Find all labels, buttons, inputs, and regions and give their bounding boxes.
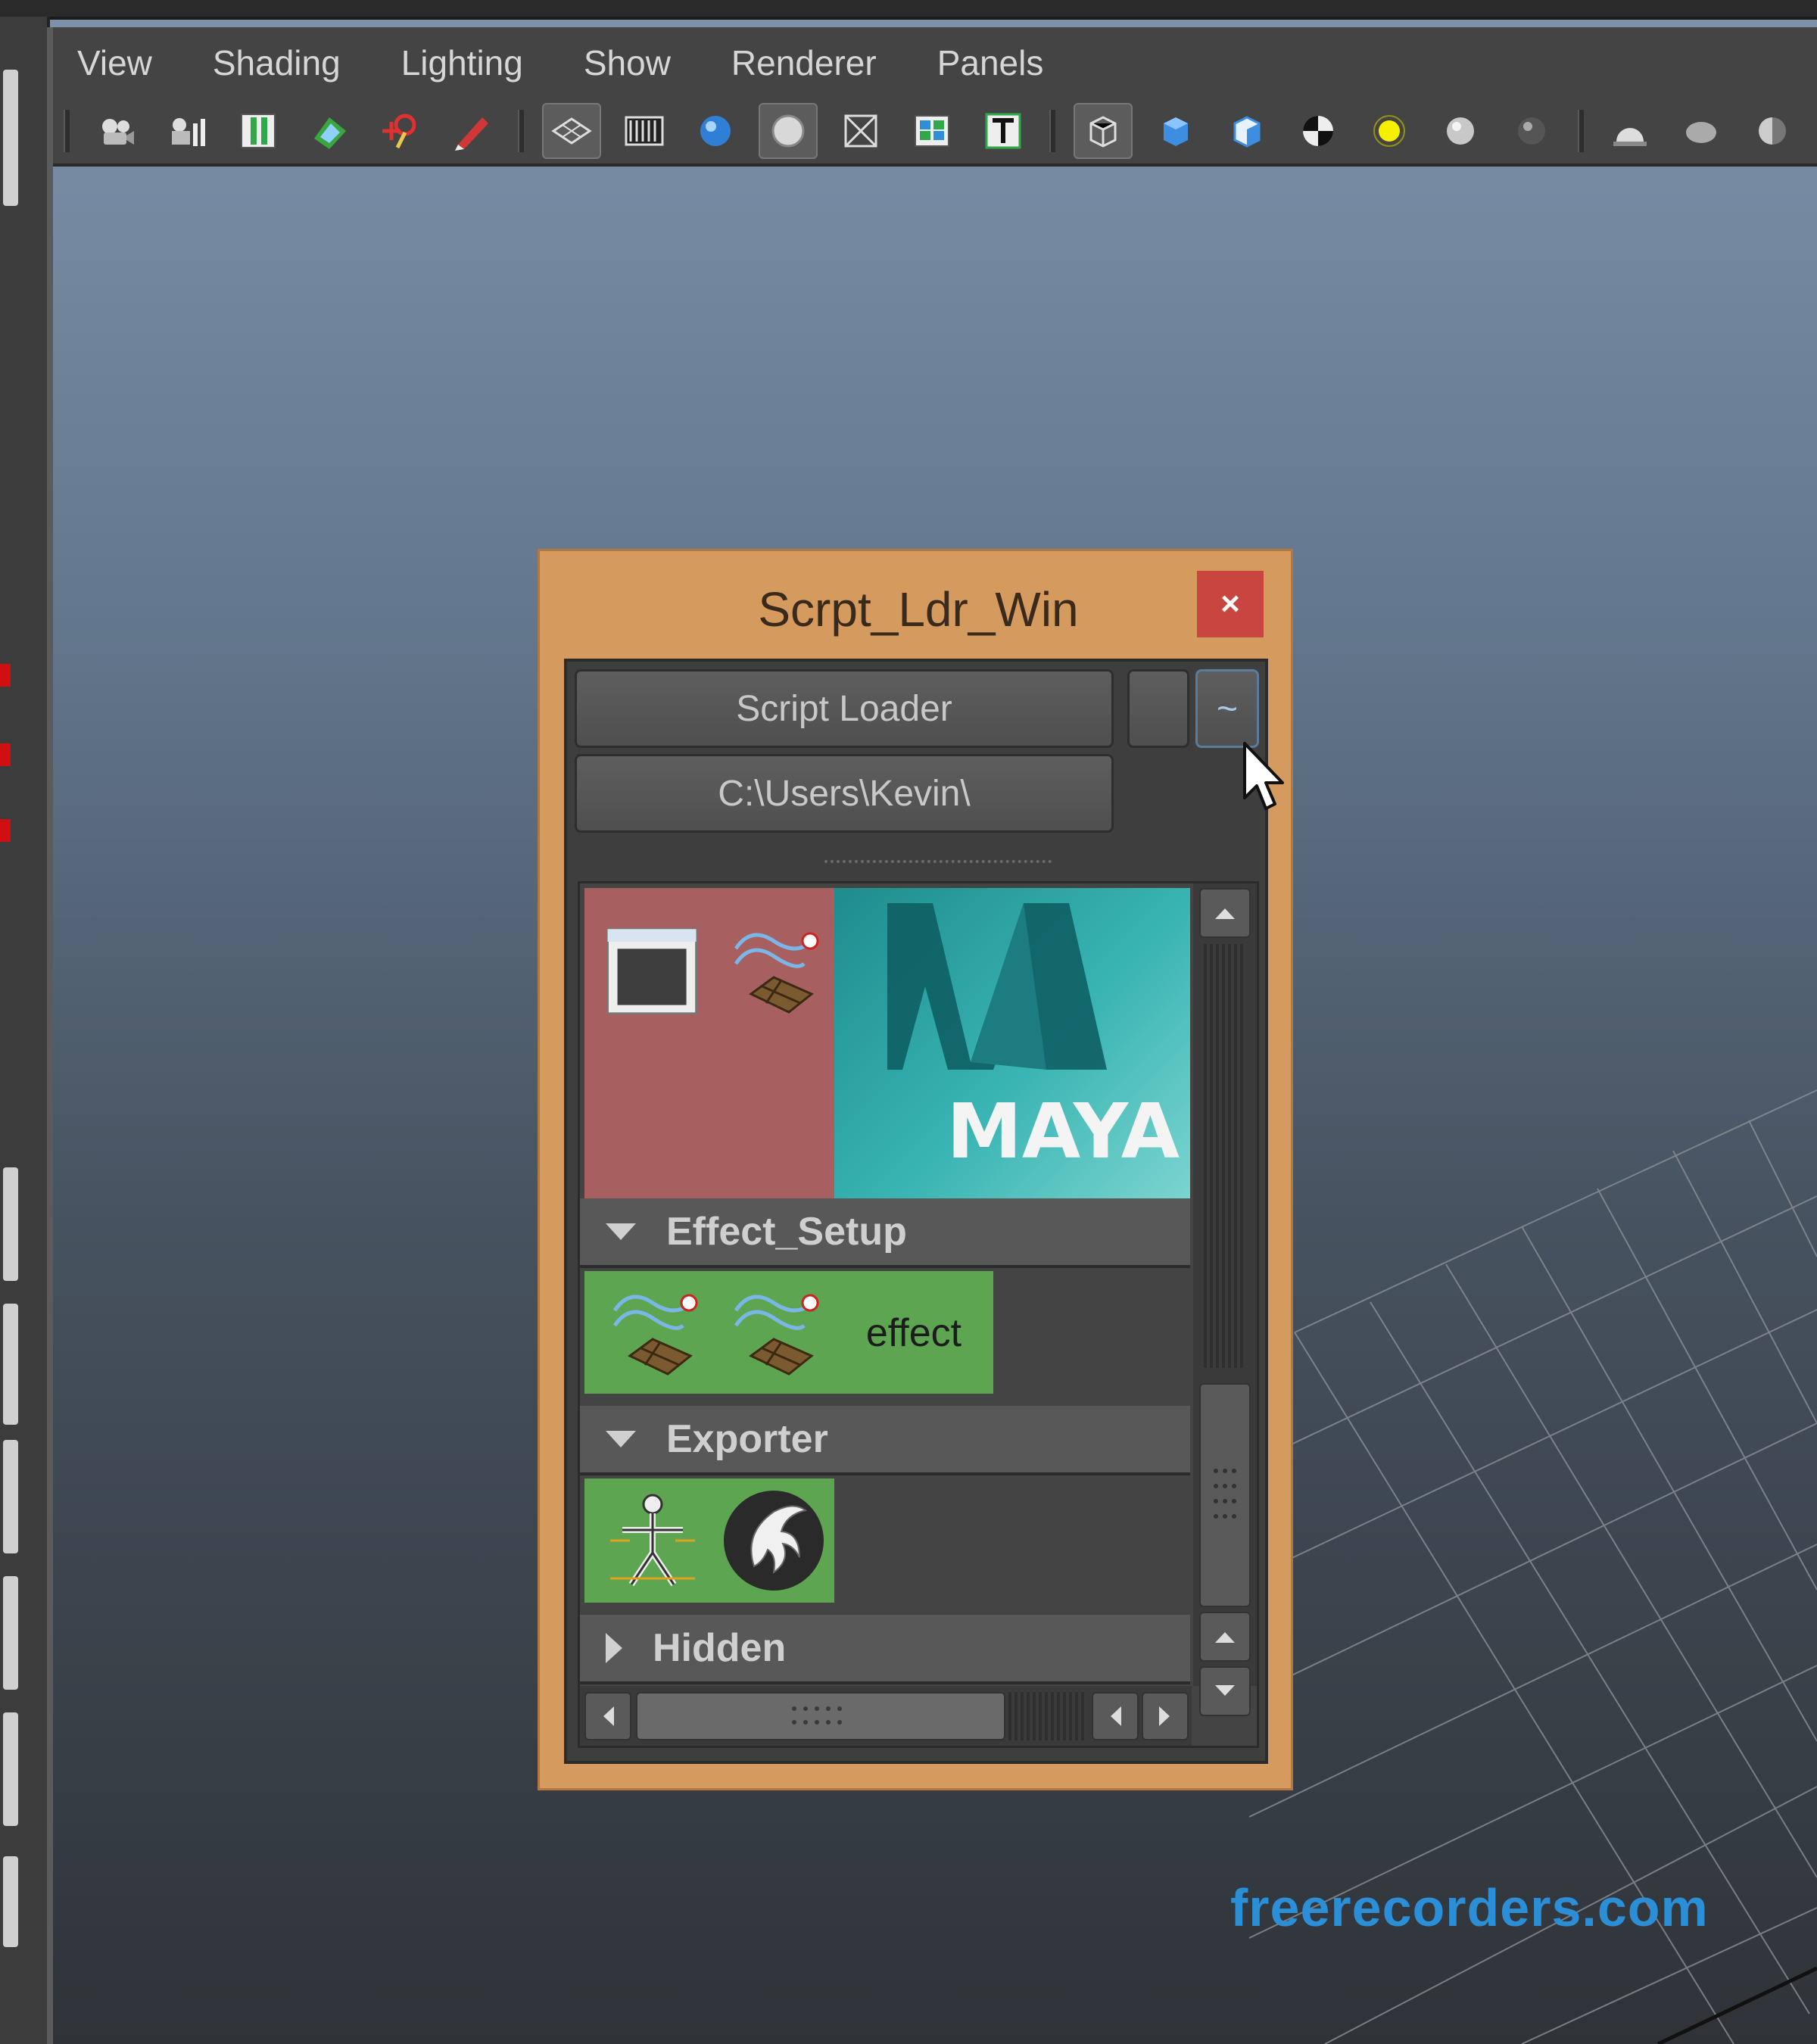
isolate-select-icon[interactable] bbox=[1074, 103, 1133, 159]
yellow-light-icon[interactable] bbox=[1361, 104, 1417, 157]
frame-header-exporter[interactable]: Exporter bbox=[580, 1406, 1190, 1475]
frame-label: Effect_Setup bbox=[666, 1210, 907, 1254]
shelf-button[interactable] bbox=[3, 70, 18, 206]
2d-pan-zoom-icon[interactable] bbox=[372, 104, 429, 157]
toolbar-separator bbox=[518, 110, 524, 152]
grey-sphere-icon[interactable] bbox=[1432, 104, 1488, 157]
ambient-occlusion-icon[interactable] bbox=[1673, 104, 1729, 157]
camera-icon[interactable] bbox=[88, 104, 144, 157]
maya-banner[interactable]: MAYA bbox=[834, 888, 1190, 1198]
bookmark-icon[interactable] bbox=[230, 104, 286, 157]
shelf-marker bbox=[0, 743, 11, 766]
tool-shelf bbox=[0, 17, 50, 2044]
grease-pencil-icon[interactable] bbox=[444, 104, 500, 157]
scroll-up-button[interactable] bbox=[1199, 1612, 1251, 1662]
top-strip bbox=[0, 0, 1817, 20]
toolbar-separator bbox=[64, 110, 70, 152]
scroll-right-button[interactable] bbox=[1142, 1692, 1189, 1740]
maya-logo-icon[interactable] bbox=[713, 1480, 834, 1601]
window-body: Script Loader ~ C:\Users\Kevin\ MAYA Eff… bbox=[564, 659, 1268, 1764]
shadow-dome-icon[interactable] bbox=[1602, 104, 1658, 157]
window-title: Scrpt_Ldr_Win bbox=[758, 582, 1079, 637]
skeleton-icon[interactable] bbox=[592, 1480, 713, 1601]
wireframe-on-shaded-icon[interactable] bbox=[759, 103, 818, 159]
frame-header-hidden[interactable]: Hidden bbox=[580, 1615, 1190, 1684]
frame-label: Exporter bbox=[666, 1417, 828, 1461]
checker-icon[interactable] bbox=[1290, 104, 1346, 157]
close-button[interactable]: × bbox=[1197, 571, 1264, 637]
scroll-left-button[interactable] bbox=[584, 1692, 631, 1740]
xray-icon[interactable] bbox=[833, 104, 889, 157]
window-script-icon[interactable] bbox=[592, 911, 713, 1032]
menu-renderer[interactable]: Renderer bbox=[731, 42, 877, 83]
shelf-button[interactable] bbox=[3, 1576, 18, 1690]
horizontal-scrollbar[interactable] bbox=[580, 1686, 1192, 1746]
textured-icon[interactable] bbox=[904, 104, 960, 157]
shelf-marker bbox=[0, 819, 11, 842]
shelf-button[interactable] bbox=[3, 1712, 18, 1826]
effect-script-icon[interactable] bbox=[592, 1273, 713, 1394]
panel-menubar: View Shading Lighting Show Renderer Pane… bbox=[53, 27, 1817, 98]
banner-text: MAYA bbox=[946, 1087, 1180, 1176]
toolbar-separator bbox=[1049, 110, 1055, 152]
shelf-button[interactable] bbox=[3, 1167, 18, 1281]
frame-label: Hidden bbox=[653, 1626, 787, 1670]
path-button[interactable]: C:\Users\Kevin\ bbox=[575, 754, 1114, 833]
scroll-layout: MAYA Effect_Setup effect Exporter Hidden bbox=[578, 881, 1259, 1748]
scroll-left-button[interactable] bbox=[1092, 1692, 1139, 1740]
effect-script-icon[interactable] bbox=[713, 1273, 834, 1394]
text-t-icon[interactable] bbox=[975, 104, 1031, 157]
shaded-cube-icon[interactable] bbox=[1219, 104, 1275, 157]
menu-shading[interactable]: Shading bbox=[213, 42, 341, 83]
scroll-thumb[interactable] bbox=[1199, 1383, 1251, 1607]
half-sphere-icon[interactable] bbox=[1744, 104, 1800, 157]
effect-script-icon[interactable] bbox=[713, 911, 834, 1032]
wireframe-icon[interactable] bbox=[542, 103, 601, 159]
horizontal-scroll-thumb[interactable] bbox=[636, 1692, 1005, 1740]
menu-lighting[interactable]: Lighting bbox=[401, 42, 523, 83]
film-gate-icon[interactable] bbox=[616, 104, 672, 157]
toolbar-separator bbox=[1578, 110, 1584, 152]
resize-grip[interactable] bbox=[824, 860, 1052, 871]
script-loader-window: Scrpt_Ldr_Win × Script Loader ~ C:\Users… bbox=[538, 549, 1293, 1790]
collapse-arrow-icon bbox=[606, 1431, 636, 1447]
shelf-button[interactable] bbox=[3, 1856, 18, 1947]
default-material-icon[interactable] bbox=[1148, 104, 1204, 157]
watermark: freerecorders.com bbox=[1230, 1878, 1709, 1937]
mouse-cursor-icon bbox=[1243, 742, 1284, 810]
tilde-button[interactable]: ~ bbox=[1195, 669, 1259, 748]
shelf-button[interactable] bbox=[3, 1440, 18, 1553]
dark-sphere-icon[interactable] bbox=[1504, 104, 1560, 157]
expand-arrow-icon bbox=[606, 1633, 622, 1663]
frame-header-effect-setup[interactable]: Effect_Setup bbox=[580, 1198, 1190, 1268]
shelf-marker bbox=[0, 664, 11, 687]
camera-attributes-icon[interactable] bbox=[159, 104, 215, 157]
menu-view[interactable]: View bbox=[77, 42, 152, 83]
collapse-arrow-icon bbox=[606, 1223, 636, 1240]
menu-show[interactable]: Show bbox=[584, 42, 671, 83]
image-plane-icon[interactable] bbox=[301, 104, 357, 157]
horizontal-scroll-track[interactable] bbox=[1008, 1692, 1087, 1740]
smooth-shade-icon[interactable] bbox=[687, 104, 743, 157]
scroll-track[interactable] bbox=[1204, 944, 1246, 1368]
menu-panels[interactable]: Panels bbox=[937, 42, 1044, 83]
viewport-border bbox=[47, 27, 53, 2044]
scroll-down-button[interactable] bbox=[1199, 1666, 1251, 1716]
shelf-button[interactable] bbox=[3, 1304, 18, 1425]
panel-toolbar bbox=[53, 98, 1817, 167]
effect-button[interactable]: effect bbox=[842, 1273, 986, 1394]
blank-button[interactable] bbox=[1127, 669, 1189, 748]
scroll-up-button[interactable] bbox=[1199, 888, 1251, 938]
script-loader-button[interactable]: Script Loader bbox=[575, 669, 1114, 748]
vertical-scrollbar[interactable] bbox=[1193, 883, 1257, 1716]
